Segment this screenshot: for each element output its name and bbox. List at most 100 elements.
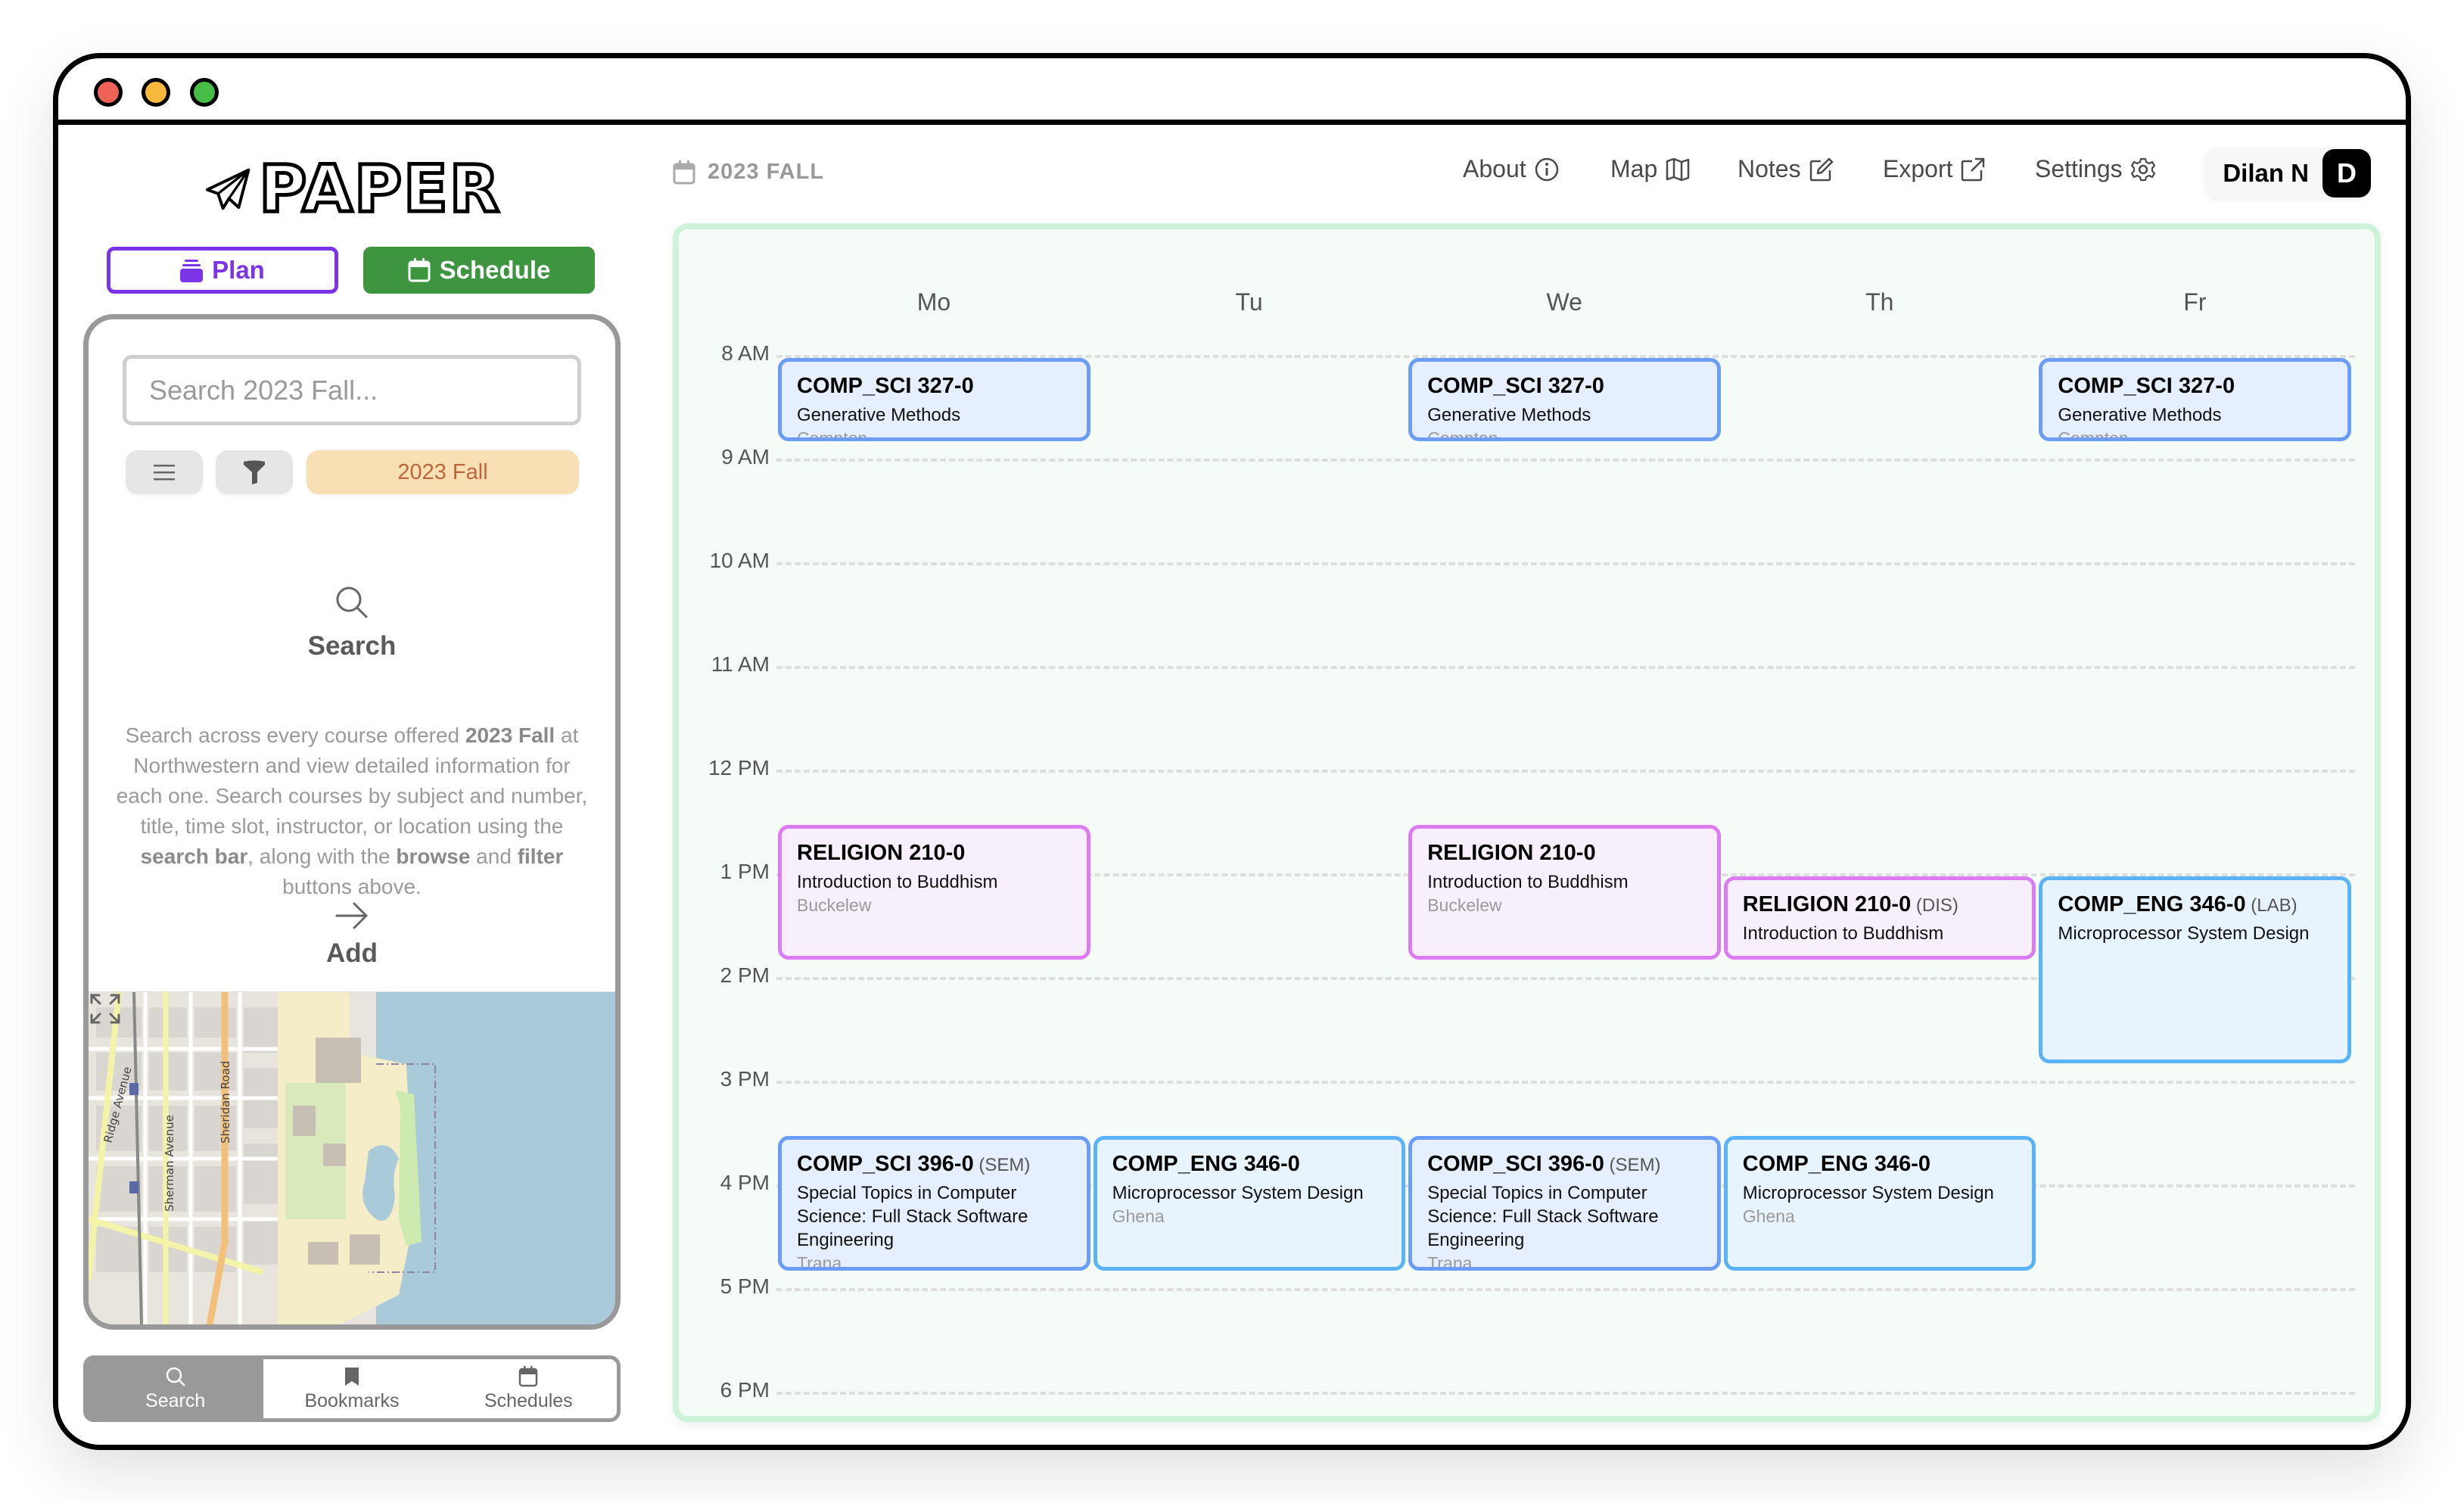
course-event[interactable]: COMP_SCI 396-0 (SEM) Special Topics in Co… xyxy=(778,1135,1090,1271)
expand-map-icon[interactable] xyxy=(89,992,122,1025)
hour-label: 8 AM xyxy=(721,341,770,365)
calendar-icon xyxy=(519,1365,538,1386)
hour-gridline xyxy=(776,1288,2355,1291)
tab-label: Bookmarks xyxy=(304,1389,400,1411)
hour-gridline xyxy=(776,1081,2355,1084)
course-title: Generative Methods xyxy=(797,405,961,425)
hour-gridline xyxy=(776,562,2355,565)
logo-text: PAPER xyxy=(257,151,502,227)
search-info-title: Search xyxy=(307,631,397,661)
schedule-calendar: Mo Tu We Th Fr 8 AM 9 AM 10 AM 11 AM 12 PM 1 PM 2 P… xyxy=(673,223,2381,1422)
close-window-button[interactable] xyxy=(94,78,123,107)
course-instructor: Ghena xyxy=(1742,1206,1795,1226)
course-event[interactable]: COMP_ENG 346-0 Microprocessor System Desi… xyxy=(1093,1135,1406,1271)
course-event[interactable]: COMP_SCI 327-0 Generative Methods Compton xyxy=(778,358,1090,442)
plan-button[interactable]: Plan xyxy=(107,247,338,294)
course-event[interactable]: RELIGION 210-0 Introduction to Buddhism Bu… xyxy=(778,824,1090,960)
course-code: RELIGION 210-0 xyxy=(1427,840,1596,865)
day-header: Fr xyxy=(2183,288,2207,316)
section-type: (LAB) xyxy=(2245,895,2298,916)
hour-label: 6 PM xyxy=(720,1378,770,1402)
add-info-title: Add xyxy=(325,938,378,968)
title-bar xyxy=(58,58,2406,125)
external-link-icon xyxy=(1962,157,1985,181)
course-title: Introduction to Buddhism xyxy=(1427,871,1629,892)
schedule-button[interactable]: Schedule xyxy=(363,247,595,294)
term-text: 2023 FALL xyxy=(708,160,825,184)
nav-label: Settings xyxy=(2035,155,2123,182)
hour-label: 4 PM xyxy=(720,1171,770,1194)
hour-label: 3 PM xyxy=(720,1067,770,1091)
nav-export[interactable]: Export xyxy=(1883,155,1986,183)
course-event[interactable]: COMP_ENG 346-0 (LAB) Microprocessor Syste… xyxy=(2039,876,2351,1064)
nav-map[interactable]: Map xyxy=(1610,155,1691,183)
hour-label: 10 AM xyxy=(709,549,770,572)
tab-bookmarks[interactable]: Bookmarks xyxy=(263,1359,440,1418)
course-code: RELIGION 210-0 (DIS) xyxy=(1742,892,1958,916)
browse-button[interactable] xyxy=(126,450,203,494)
campus-map[interactable]: Ridge Avenue Sherman Avenue Sheridan Roa… xyxy=(89,991,615,1324)
course-event[interactable]: COMP_ENG 346-0 Microprocessor System Desi… xyxy=(1723,1135,2036,1271)
tab-schedules[interactable]: Schedules xyxy=(440,1359,617,1418)
minimize-window-button[interactable] xyxy=(142,78,170,107)
course-event[interactable]: RELIGION 210-0 Introduction to Buddhism Bu… xyxy=(1408,824,1721,960)
course-code: COMP_SCI 396-0 (SEM) xyxy=(797,1151,1031,1176)
section-type: (SEM) xyxy=(973,1154,1031,1175)
edit-icon xyxy=(1809,157,1833,181)
stack-icon xyxy=(180,260,204,282)
menu-icon xyxy=(154,465,175,481)
course-instructor: Ghena xyxy=(1112,1206,1165,1226)
course-title: Generative Methods xyxy=(2058,405,2222,425)
calendar-icon xyxy=(408,258,431,282)
course-event[interactable]: RELIGION 210-0 (DIS) Introduction to Budd… xyxy=(1723,876,2036,960)
course-instructor: Compton xyxy=(797,428,868,442)
maximize-window-button[interactable] xyxy=(190,78,219,107)
course-instructor: Trana xyxy=(797,1252,842,1271)
map-tiles: Ridge Avenue Sherman Avenue Sheridan Roa… xyxy=(89,992,436,1324)
hour-gridline xyxy=(776,1392,2355,1395)
day-header: Th xyxy=(1865,288,1894,316)
day-header: Mo xyxy=(916,288,951,316)
nav-label: Export xyxy=(1883,155,1953,182)
nav-notes[interactable]: Notes xyxy=(1738,155,1834,183)
course-event[interactable]: COMP_SCI 327-0 Generative Methods Compton xyxy=(1408,358,1721,442)
course-instructor: Buckelew xyxy=(797,895,872,915)
course-instructor: Compton xyxy=(2058,428,2129,442)
search-input[interactable] xyxy=(123,355,581,425)
course-title: Special Topics in Computer Science: Full… xyxy=(797,1182,1028,1250)
paper-plane-icon xyxy=(205,168,250,210)
filter-button[interactable] xyxy=(216,450,293,494)
hour-label: 11 AM xyxy=(711,652,770,676)
tab-search[interactable]: Search xyxy=(87,1359,264,1418)
course-instructor: Buckelew xyxy=(1427,895,1502,915)
course-code: RELIGION 210-0 xyxy=(797,840,966,865)
map-street-label: Sheridan Road xyxy=(219,1061,232,1144)
hour-label: 5 PM xyxy=(720,1274,770,1298)
day-header: We xyxy=(1546,288,1582,316)
avatar: D xyxy=(2322,149,2371,198)
section-type: (SEM) xyxy=(1604,1154,1661,1175)
day-header: Tu xyxy=(1235,288,1263,316)
user-menu-button[interactable]: Dilan N D xyxy=(2204,148,2371,199)
course-title: Introduction to Buddhism xyxy=(1742,923,1944,944)
calendar-icon xyxy=(673,160,695,184)
course-code: COMP_SCI 396-0 (SEM) xyxy=(1427,1151,1661,1176)
term-label: 2023 Fall xyxy=(397,459,488,484)
hour-gridline xyxy=(776,770,2355,773)
tab-label: Schedules xyxy=(484,1389,573,1411)
nav-about[interactable]: About xyxy=(1463,155,1560,183)
nav-settings[interactable]: Settings xyxy=(2035,155,2156,183)
course-title: Special Topics in Computer Science: Full… xyxy=(1427,1182,1659,1250)
tab-label: Search xyxy=(145,1389,206,1411)
map-street-label: Sherman Avenue xyxy=(163,1115,176,1212)
course-event[interactable]: COMP_SCI 396-0 (SEM) Special Topics in Co… xyxy=(1408,1135,1721,1271)
description-text: buttons above. xyxy=(282,875,422,898)
nav-label: Notes xyxy=(1738,155,1801,182)
bookmark-icon xyxy=(344,1367,359,1386)
course-event[interactable]: COMP_SCI 327-0 Generative Methods Compton xyxy=(2039,358,2351,442)
description-text: Search across every course offered xyxy=(125,723,465,747)
course-code: COMP_ENG 346-0 (LAB) xyxy=(2058,892,2298,916)
gear-icon xyxy=(2130,157,2155,181)
search-icon xyxy=(336,587,368,618)
term-selector-button[interactable]: 2023 Fall xyxy=(306,450,579,494)
